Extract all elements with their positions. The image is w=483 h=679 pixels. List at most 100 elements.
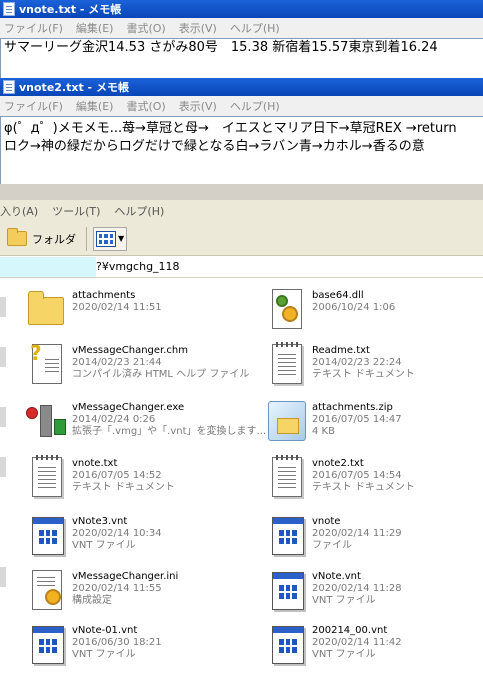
file-type: VNT ファイル <box>312 595 376 606</box>
menu-file[interactable]: ファイル(F) <box>4 98 63 114</box>
file-item[interactable]: ? vMessageChanger.chm 2014/02/23 21:44 コ… <box>22 340 257 396</box>
file-meta: 2014/02/23 22:24 テキスト ドキュメント <box>312 357 415 381</box>
menu-help[interactable]: ヘルプ(H) <box>230 20 280 36</box>
menu-help[interactable]: ヘルプ(H) <box>230 98 280 114</box>
file-meta: 2020/02/14 11:55 構成設定 <box>72 583 162 607</box>
file-item[interactable]: vnote 2020/02/14 11:29 ファイル <box>262 511 483 567</box>
file-item[interactable]: attachments.zip 2016/07/05 14:47 4 KB <box>262 397 483 453</box>
file-size: 4 KB <box>312 426 335 437</box>
menu-help[interactable]: ヘルプ(H) <box>114 203 164 219</box>
file-item[interactable]: vNote.vnt 2020/02/14 11:28 VNT ファイル <box>262 566 483 622</box>
file-name: vMessageChanger.ini <box>72 571 179 582</box>
file-meta: 2020/02/14 11:29 ファイル <box>312 528 402 552</box>
text-line: ロク→神の緑だからログだけで緑となる白→ラバン青→カホル→香るの意 <box>4 139 425 154</box>
file-item[interactable]: vnote.txt 2016/07/05 14:52 テキスト ドキュメント <box>22 453 257 509</box>
zip-icon <box>262 397 310 445</box>
file-item[interactable]: vNote-01.vnt 2016/06/30 18:21 VNT ファイル <box>22 620 257 676</box>
menu-tools[interactable]: ツール(T) <box>52 203 100 219</box>
file-meta: 2020/02/14 11:42 VNT ファイル <box>312 637 402 661</box>
menu-favorites[interactable]: 入り(A) <box>0 203 38 219</box>
file-date: 2020/02/14 11:42 <box>312 637 402 648</box>
notepad-text-area[interactable]: サマーリーグ金沢14.53 さがみ80号 15.38 新宿着15.57東京到着1… <box>0 38 483 78</box>
file-type: VNT ファイル <box>312 649 376 660</box>
menu-edit[interactable]: 編集(E) <box>76 98 114 114</box>
file-meta: 2016/07/05 14:47 4 KB <box>312 414 402 438</box>
file-type: ファイル <box>312 540 352 551</box>
file-date: 2006/10/24 1:06 <box>312 302 396 313</box>
file-type: テキスト ドキュメント <box>312 369 415 380</box>
menu-format[interactable]: 書式(O) <box>126 20 165 36</box>
vnt-file-icon <box>262 566 310 614</box>
file-item[interactable]: base64.dll 2006/10/24 1:06 <box>262 285 483 341</box>
file-name: 200214_00.vnt <box>312 625 388 636</box>
notepad-menu-bar: ファイル(F) 編集(E) 書式(O) 表示(V) ヘルプ(H) <box>0 18 483 38</box>
views-button[interactable]: ▼ <box>93 226 127 251</box>
file-date: 2020/02/14 11:55 <box>72 583 162 594</box>
left-pane-edge <box>0 279 6 679</box>
file-date: 2014/02/24 0:26 <box>72 414 156 425</box>
chm-icon: ? <box>22 340 70 388</box>
vnt-file-icon <box>22 511 70 559</box>
file-item[interactable]: vMessageChanger.ini 2020/02/14 11:55 構成設… <box>22 566 257 622</box>
file-date: 2020/02/14 11:28 <box>312 583 402 594</box>
file-name: vNote.vnt <box>312 571 361 582</box>
file-meta: 2014/02/24 0:26 拡張子「.vmg」や「.vnt」を変換します..… <box>72 414 266 438</box>
address-redacted <box>0 256 96 277</box>
file-meta: 2016/06/30 18:21 VNT ファイル <box>72 637 162 661</box>
folder-icon <box>22 285 70 333</box>
file-name: vMessageChanger.exe <box>72 402 185 413</box>
file-date: 2016/06/30 18:21 <box>72 637 162 648</box>
file-meta: 2020/02/14 10:34 VNT ファイル <box>72 528 162 552</box>
notepad-window-vnote: vnote.txt - メモ帳 ファイル(F) 編集(E) 書式(O) 表示(V… <box>0 0 483 80</box>
dll-icon <box>262 285 310 333</box>
vnt-file-icon <box>262 620 310 668</box>
file-item[interactable]: vNote3.vnt 2020/02/14 10:34 VNT ファイル <box>22 511 257 567</box>
folder-icon <box>7 228 27 246</box>
exe-icon <box>22 397 70 445</box>
menu-file[interactable]: ファイル(F) <box>4 20 63 36</box>
file-date: 2020/02/14 11:29 <box>312 528 402 539</box>
text-line: φ(゜д゜)メモメモ...苺→草冠と母→ イエスとマリア日下→草冠REX →re… <box>4 121 457 136</box>
window-gap <box>0 184 483 200</box>
file-item[interactable]: 200214_00.vnt 2020/02/14 11:42 VNT ファイル <box>262 620 483 676</box>
window-title: vnote2.txt - メモ帳 <box>19 81 129 94</box>
window-title: vnote.txt - メモ帳 <box>19 3 122 16</box>
file-meta: 2006/10/24 1:06 <box>312 302 395 314</box>
file-type: コンパイル済み HTML ヘルプ ファイル <box>72 369 250 380</box>
address-bar[interactable]: ?¥vmgchg_118 <box>0 256 483 278</box>
file-name: vnote <box>312 516 341 527</box>
menu-view[interactable]: 表示(V) <box>179 20 217 36</box>
text-line: サマーリーグ金沢14.53 さがみ80号 15.38 新宿着15.57東京到着1… <box>4 40 438 55</box>
file-type: テキスト ドキュメント <box>312 482 415 493</box>
address-path: ?¥vmgchg_118 <box>96 260 180 273</box>
notepad-text-area[interactable]: φ(゜д゜)メモメモ...苺→草冠と母→ イエスとマリア日下→草冠REX →re… <box>0 116 483 184</box>
folders-button-label: フォルダ <box>32 232 76 246</box>
file-meta: 2016/07/05 14:52 テキスト ドキュメント <box>72 470 175 494</box>
menu-view[interactable]: 表示(V) <box>179 98 217 114</box>
text-document-icon <box>262 453 310 501</box>
file-name: vNote3.vnt <box>72 516 128 527</box>
folders-button[interactable]: フォルダ <box>3 226 80 252</box>
file-name: vMessageChanger.chm <box>72 345 188 356</box>
file-item[interactable]: attachments 2020/02/14 11:51 <box>22 285 257 341</box>
vnt-file-icon <box>22 620 70 668</box>
file-date: 2014/02/23 21:44 <box>72 357 162 368</box>
file-meta: 2016/07/05 14:54 テキスト ドキュメント <box>312 470 415 494</box>
menu-edit[interactable]: 編集(E) <box>76 20 114 36</box>
text-document-icon <box>262 340 310 388</box>
notepad-title-bar[interactable]: vnote.txt - メモ帳 <box>0 0 483 18</box>
notepad-icon <box>3 2 15 16</box>
explorer-menu-bar: 入り(A) ツール(T) ヘルプ(H) <box>0 200 483 222</box>
file-name: vNote-01.vnt <box>72 625 138 636</box>
notepad-menu-bar: ファイル(F) 編集(E) 書式(O) 表示(V) ヘルプ(H) <box>0 96 483 116</box>
views-icon <box>96 230 116 247</box>
file-item[interactable]: vnote2.txt 2016/07/05 14:54 テキスト ドキュメント <box>262 453 483 509</box>
generic-file-icon <box>262 511 310 559</box>
file-item[interactable]: vMessageChanger.exe 2014/02/24 0:26 拡張子「… <box>22 397 266 453</box>
menu-format[interactable]: 書式(O) <box>126 98 165 114</box>
file-name: attachments <box>72 290 136 301</box>
file-item[interactable]: Readme.txt 2014/02/23 22:24 テキスト ドキュメント <box>262 340 483 396</box>
file-date: 2014/02/23 22:24 <box>312 357 402 368</box>
file-date: 2016/07/05 14:54 <box>312 470 402 481</box>
notepad-title-bar[interactable]: vnote2.txt - メモ帳 <box>0 78 483 96</box>
